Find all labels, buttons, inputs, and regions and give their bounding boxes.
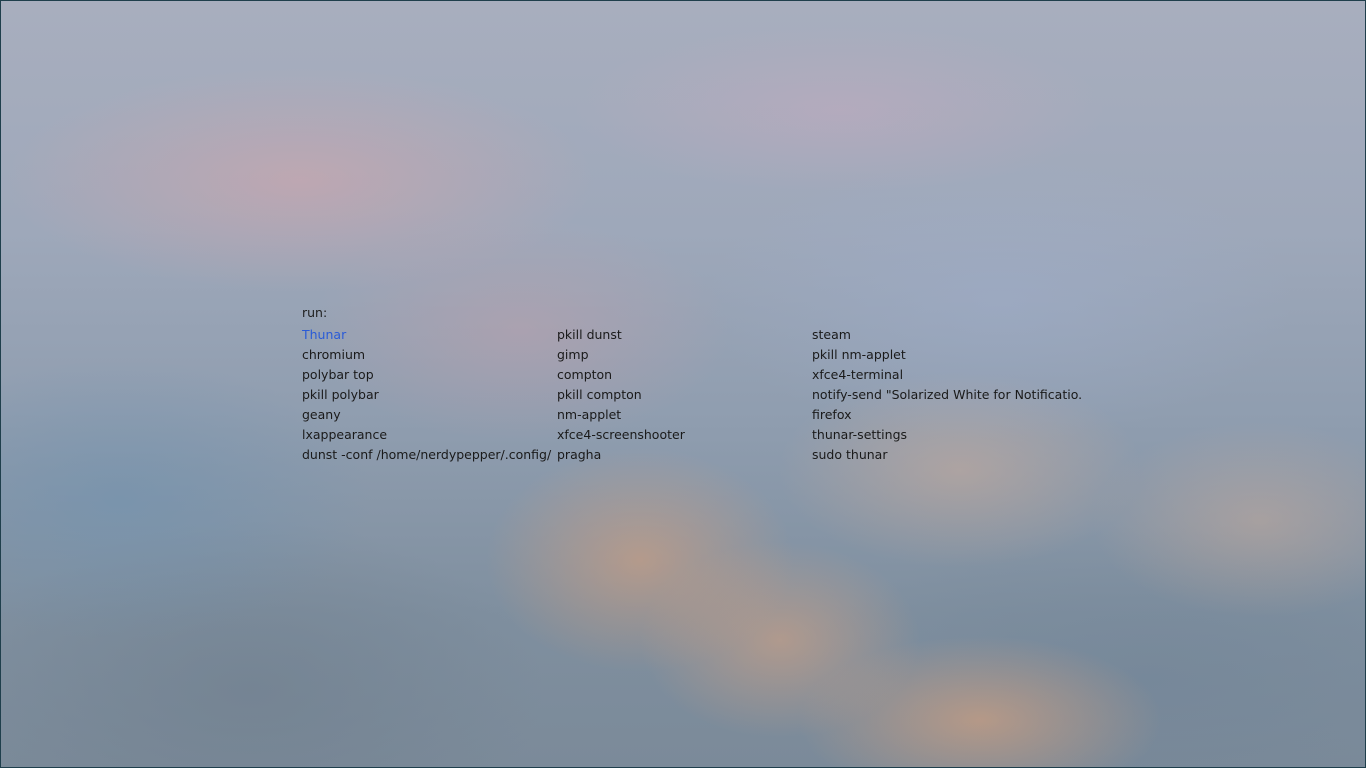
run-launcher: run: Thunar chromium polybar top pkill poly… [302,300,1082,470]
result-item[interactable]: xfce4-screenshooter [557,425,812,445]
result-item[interactable]: gimp [557,345,812,365]
result-item[interactable]: geany [302,405,552,425]
prompt-label: run: [302,304,328,320]
result-item-selected[interactable]: Thunar [302,325,552,345]
result-item[interactable]: nm-applet [557,405,812,425]
result-item[interactable]: pkill nm-applet [812,345,1082,365]
prompt-row: run: [302,303,834,321]
result-item[interactable]: sudo thunar [812,445,1082,465]
result-item[interactable]: polybar top [302,365,552,385]
result-item[interactable]: firefox [812,405,1082,425]
result-item[interactable]: notify-send "Solarized White for Notific… [812,385,1082,405]
result-item[interactable]: pkill compton [557,385,812,405]
result-item[interactable]: steam [812,325,1082,345]
result-item[interactable]: chromium [302,345,552,365]
result-item[interactable]: pkill polybar [302,385,552,405]
result-item[interactable]: xfce4-terminal [812,365,1082,385]
result-item[interactable]: thunar-settings [812,425,1082,445]
command-input[interactable] [333,304,834,320]
result-item[interactable]: pragha [557,445,812,465]
result-item[interactable]: dunst -conf /home/nerdypepper/.config/i3… [302,445,552,465]
result-item[interactable]: compton [557,365,812,385]
result-item[interactable]: lxappearance [302,425,552,445]
result-item[interactable]: pkill dunst [557,325,812,345]
